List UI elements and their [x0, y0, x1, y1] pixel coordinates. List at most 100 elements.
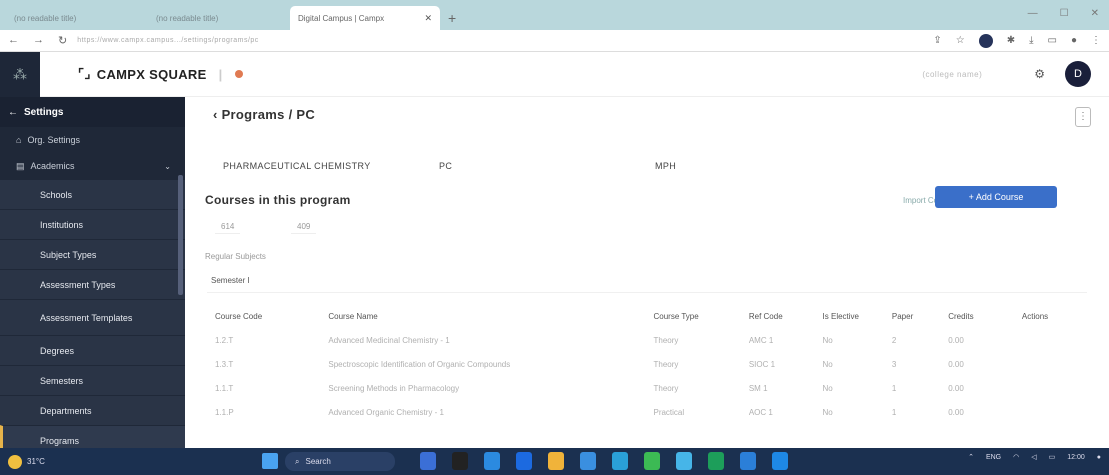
app-icon[interactable]	[772, 452, 788, 470]
extension-icon[interactable]	[978, 33, 993, 48]
battery-icon[interactable]: ▭	[1049, 453, 1056, 461]
weather-widget[interactable]: 31°C	[8, 454, 88, 469]
app-header: ⁂ ⌜⌟ CAMPX SQUARE | (college name) ⚙ D	[0, 51, 1109, 97]
sidebar-item-degrees[interactable]: Degrees	[0, 335, 185, 365]
cell-actions[interactable]	[1022, 400, 1087, 424]
clock[interactable]: 12:00	[1067, 454, 1085, 461]
new-tab-button[interactable]: +	[440, 6, 464, 30]
book-icon: ▤	[16, 160, 25, 171]
table-row[interactable]: 1.1.T Screening Methods in Pharmacology …	[207, 376, 1087, 400]
sidebar-back[interactable]: ← Settings	[0, 97, 185, 127]
back-icon[interactable]: ←	[8, 34, 19, 47]
cell-credits: 0.00	[948, 335, 964, 345]
chevron-up-icon[interactable]: ⌃	[968, 453, 974, 461]
apps-grid-icon[interactable]: ⁂	[0, 51, 40, 97]
col-credits[interactable]: Credits	[948, 304, 1022, 328]
divider: |	[218, 66, 223, 82]
sidebar: ← Settings ⌂ Org. Settings ▤ Academics ⌄…	[0, 97, 185, 455]
chevron-left-icon[interactable]: ‹	[213, 107, 218, 122]
sidebar-item-schools[interactable]: Schools	[0, 179, 185, 209]
sidebar-item-semesters[interactable]: Semesters	[0, 365, 185, 395]
address-bar: ← → ↻ https://www.campx.campus.../settin…	[0, 30, 1109, 52]
app-icon[interactable]	[676, 452, 692, 470]
reload-icon[interactable]: ↻	[58, 34, 67, 47]
app-icon[interactable]	[420, 452, 436, 470]
table-row[interactable]: 1.2.T Advanced Medicinal Chemistry - 1 T…	[207, 328, 1087, 352]
table-header-row: Course Code Course Name Course Type Ref …	[207, 304, 1087, 328]
sidebar-scrollbar[interactable]	[178, 175, 183, 295]
cell-course-code: 1.3.T	[215, 359, 234, 369]
browser-tab-bar: (no readable title) (no readable title) …	[0, 0, 1109, 30]
share-icon[interactable]: ⇪	[933, 35, 941, 46]
breadcrumb[interactable]: ‹ Programs / PC	[213, 107, 315, 122]
app-icon[interactable]	[740, 452, 756, 470]
close-icon[interactable]: ✕	[424, 13, 432, 24]
search-icon: ⌕	[295, 456, 300, 466]
settings-icon[interactable]: ⚙	[1034, 67, 1045, 81]
wifi-icon[interactable]: ◠	[1013, 453, 1019, 461]
sidebar-item-subject-types[interactable]: Subject Types	[0, 239, 185, 269]
puzzle-icon[interactable]: ✱	[1007, 35, 1015, 46]
browser-tab-1[interactable]: (no readable title)	[6, 6, 148, 30]
download-icon[interactable]: ⤓	[1029, 35, 1033, 46]
sidebar-item-assessment-templates[interactable]: Assessment Templates	[0, 299, 185, 335]
sidebar-icon[interactable]: ▭	[1048, 35, 1057, 46]
col-ref-code[interactable]: Ref Code	[749, 304, 823, 328]
browser-tab-active[interactable]: Digital Campus | Campx ✕	[290, 6, 440, 30]
more-options-button[interactable]: ⋮	[1075, 107, 1091, 127]
cell-course-type: Theory	[653, 359, 679, 369]
sidebar-item-label: Academics	[30, 161, 75, 171]
cell-course-type: Theory	[653, 335, 679, 345]
store-icon[interactable]	[580, 452, 596, 470]
browser-tab-2[interactable]: (no readable title)	[148, 6, 290, 30]
avatar[interactable]: D	[1065, 61, 1091, 87]
brand-logo[interactable]: ⌜⌟ CAMPX SQUARE |	[78, 66, 243, 82]
taskbar-search[interactable]: ⌕ Search	[285, 452, 395, 471]
col-paper[interactable]: Paper	[892, 304, 948, 328]
sidebar-item-org-settings[interactable]: ⌂ Org. Settings	[0, 127, 185, 153]
sidebar-item-departments[interactable]: Departments	[0, 395, 185, 425]
col-is-elective[interactable]: Is Elective	[823, 304, 892, 328]
sidebar-item-assessment-types[interactable]: Assessment Types	[0, 269, 185, 299]
app-icon[interactable]	[516, 452, 532, 470]
folder-icon[interactable]	[548, 452, 564, 470]
cell-actions[interactable]	[1022, 352, 1087, 376]
speaker-icon[interactable]: ◁	[1031, 453, 1036, 461]
add-course-button[interactable]: + Add Course	[935, 186, 1057, 208]
college-selector[interactable]: (college name)	[922, 70, 982, 79]
filter-chip[interactable]: 614	[215, 220, 241, 234]
edge-icon[interactable]	[612, 452, 628, 470]
app-icon[interactable]	[708, 452, 724, 470]
arrow-left-icon: ←	[8, 106, 18, 118]
cell-actions[interactable]	[1022, 376, 1087, 400]
semester-header[interactable]: Semester I	[207, 269, 1087, 293]
notification-icon[interactable]: ●	[1097, 454, 1101, 461]
program-code: PC	[439, 161, 453, 171]
sidebar-item-institutions[interactable]: Institutions	[0, 209, 185, 239]
table-row[interactable]: 1.3.T Spectroscopic Identification of Or…	[207, 352, 1087, 376]
col-course-code[interactable]: Course Code	[207, 304, 328, 328]
menu-icon[interactable]: ⋮	[1091, 35, 1101, 46]
maximize-icon[interactable]: ☐	[1060, 8, 1069, 19]
windows-start-icon[interactable]	[262, 453, 278, 469]
chrome-icon[interactable]	[644, 452, 660, 470]
app-icon[interactable]	[484, 452, 500, 470]
cell-course-code: 1.1.P	[215, 407, 234, 417]
col-course-name[interactable]: Course Name	[328, 304, 653, 328]
url-input[interactable]: https://www.campx.campus.../settings/pro…	[77, 33, 417, 49]
cell-course-name: Advanced Medicinal Chemistry - 1	[328, 335, 450, 345]
profile-icon[interactable]: ●	[1071, 35, 1077, 46]
sidebar-item-academics[interactable]: ▤ Academics ⌄	[0, 153, 185, 179]
taskbar-search-label: Search	[305, 457, 331, 466]
col-course-type[interactable]: Course Type	[653, 304, 748, 328]
language-indicator[interactable]: ENG	[986, 454, 1001, 461]
minimize-icon[interactable]: —	[1028, 8, 1038, 19]
cell-actions[interactable]	[1022, 328, 1087, 352]
filter-chip[interactable]: 409	[291, 220, 317, 234]
close-window-icon[interactable]: ✕	[1091, 8, 1099, 19]
table-row[interactable]: 1.1.P Advanced Organic Chemistry - 1 Pra…	[207, 400, 1087, 424]
forward-icon[interactable]: →	[33, 34, 44, 47]
app-icon[interactable]	[452, 452, 468, 470]
star-icon[interactable]: ☆	[956, 35, 965, 46]
sidebar-back-label: Settings	[24, 106, 64, 118]
